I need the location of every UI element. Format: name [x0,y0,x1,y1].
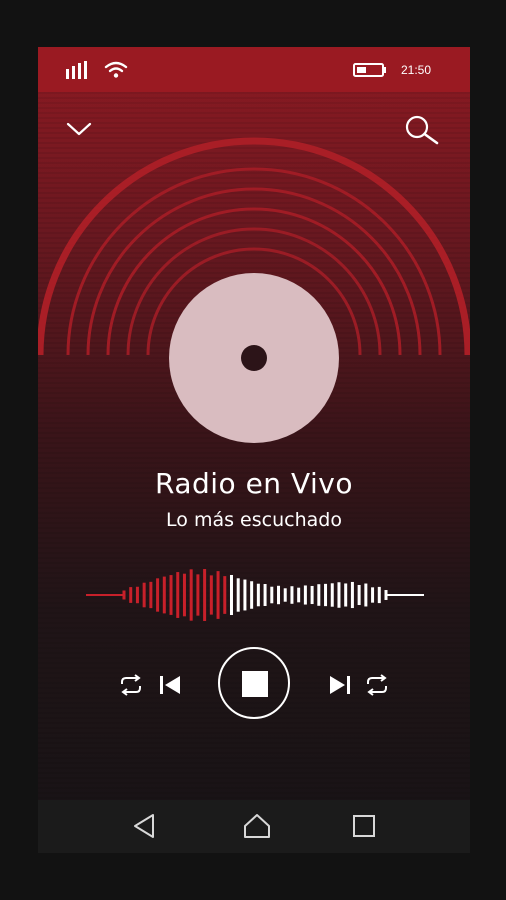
waveform-bar [135,586,139,604]
waveform-bar [203,569,207,621]
waveform-bar [243,579,247,611]
waveform-bar [250,581,254,609]
waveform-bar [223,576,227,614]
home-icon[interactable] [243,812,271,840]
waveform-bar [317,584,321,606]
waveform-bar [189,569,193,621]
skip-next-icon[interactable] [328,675,352,695]
waveform-bar [371,587,375,603]
recents-icon[interactable] [352,814,376,838]
status-bar: 21:50 [38,47,470,92]
stop-icon [242,671,268,697]
disc-icon [169,273,339,443]
waveform-bar [209,575,213,615]
waveform-bar [162,576,166,614]
waveform-bar [169,575,173,615]
waveform-bar [337,582,341,608]
waveform-bar [303,585,307,605]
repeat-icon[interactable] [364,674,390,696]
waveform-bar [182,573,186,617]
waveform-bar [263,584,267,606]
waveform-bar [330,583,334,607]
status-time: 21:50 [401,63,432,77]
back-icon[interactable] [132,813,156,839]
station-subtitle: Lo más escuchado [166,509,342,531]
waveform-bar [384,590,388,600]
waveform-bar [377,586,381,604]
waveform-bar [142,582,146,608]
skip-previous-icon[interactable] [158,675,182,695]
waveform-bar [324,583,328,607]
waveform-bar [156,578,160,612]
repeat-icon[interactable] [118,674,144,696]
waveform-bar [277,585,281,605]
waveform-bar [122,590,126,600]
waveform-bar [364,583,368,607]
station-title: Radio en Vivo [155,467,353,500]
stop-button[interactable] [218,647,290,719]
waveform-bar [129,587,133,603]
waveform-bar [176,572,180,618]
waveform-bar [216,571,220,619]
waveform-bar [229,574,233,616]
audio-waveform[interactable] [86,555,424,635]
waveform-bar [149,581,153,609]
waveform-bar [290,586,294,604]
waveform-bar [196,574,200,616]
waveform-bar [236,578,240,612]
navigation-bar [38,800,470,853]
waveform-bar [310,585,314,605]
waveform-bar [344,583,348,607]
waveform-bar [350,581,354,609]
wifi-icon [104,61,128,78]
signal-icon [66,61,87,79]
waveform-bar [297,587,301,603]
waveform-bar [256,583,260,607]
battery-icon [353,63,386,77]
waveform-bar [283,588,287,602]
app-screen: 21:50 Radio en Vivo Lo más escuchado [38,47,470,853]
waveform-bar [357,584,361,606]
waveform-bar [270,586,274,604]
